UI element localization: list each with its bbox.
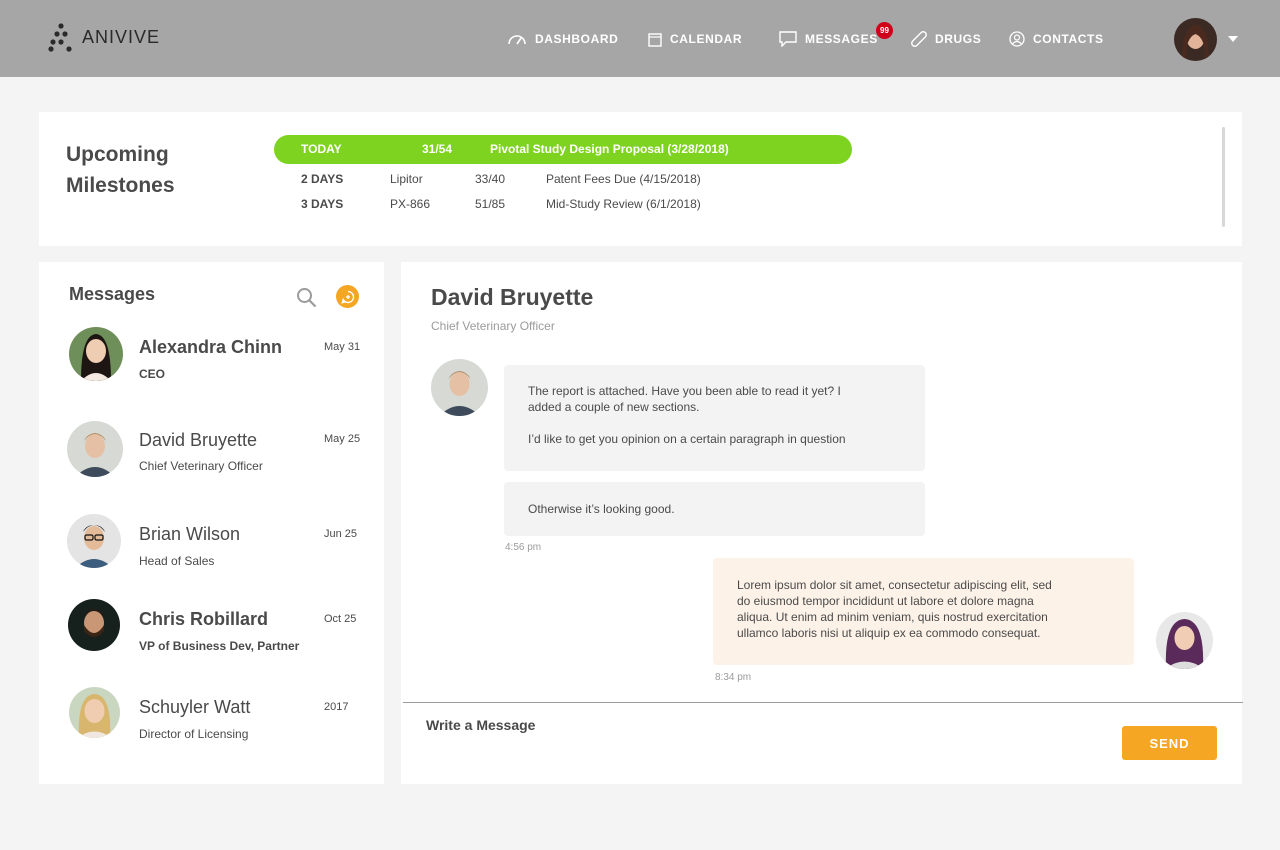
- speedometer-icon: [508, 35, 526, 45]
- milestone-drug: Lipitor: [390, 172, 423, 186]
- logo[interactable]: ANIVIVE: [48, 22, 160, 52]
- nav-contacts[interactable]: CONTACTS: [1009, 27, 1104, 51]
- contact-date: 2017: [324, 701, 349, 713]
- send-button[interactable]: SEND: [1122, 726, 1217, 760]
- contact-list-item[interactable]: Alexandra Chinn CEO May 31: [39, 327, 384, 397]
- logo-mark-icon: [48, 23, 72, 52]
- contact-date: Jun 25: [324, 528, 358, 540]
- milestone-row[interactable]: 2 DAYS Lipitor 33/40 Patent Fees Due (4/…: [274, 166, 852, 191]
- message-text-line: aliqua. Ut enim ad minim veniam, quis no…: [737, 610, 1048, 624]
- contact-list-item[interactable]: Chris Robillard VP of Business Dev, Part…: [39, 599, 384, 669]
- contact-name: Chris Robillard: [139, 609, 269, 629]
- milestone-row[interactable]: TODAY 31/54 Pivotal Study Design Proposa…: [274, 135, 852, 164]
- pill-icon: [911, 31, 927, 47]
- contact-name: Brian Wilson: [139, 524, 241, 544]
- milestone-event: Pivotal Study Design Proposal (3/28/2018…: [490, 142, 729, 156]
- messages-list-panel: Messages Alexandra Chinn CEO May 31 Davi…: [39, 262, 384, 784]
- contact-role: VP of Business Dev, Partner: [139, 639, 300, 653]
- contact-date: Oct 25: [324, 613, 357, 625]
- upcoming-milestones-panel: Upcoming Milestones TODAY 31/54 Pivotal …: [39, 112, 1242, 246]
- contact-date: May 25: [324, 433, 361, 445]
- messages-title: Messages: [69, 284, 156, 304]
- search-icon: [297, 288, 317, 308]
- milestone-event: Patent Fees Due (4/15/2018): [546, 172, 701, 186]
- message-text-line: Otherwise it’s looking good.: [528, 502, 675, 516]
- contacts-icon: [1009, 31, 1025, 47]
- message-timestamp: 8:34 pm: [715, 672, 752, 683]
- user-avatar[interactable]: [1174, 18, 1217, 61]
- milestone-count: 51/85: [475, 197, 506, 211]
- chat-icon: [779, 31, 797, 47]
- message-text-line: [528, 415, 901, 431]
- nav-calendar[interactable]: CALENDAR: [648, 27, 742, 51]
- avatar: [69, 687, 120, 738]
- nav-dashboard-label: DASHBOARD: [535, 32, 619, 46]
- contact-role: Director of Licensing: [139, 727, 249, 741]
- milestone-row[interactable]: 3 DAYS PX-866 51/85 Mid-Study Review (6/…: [274, 191, 852, 216]
- milestone-when: TODAY: [301, 142, 342, 156]
- nav-messages-label: MESSAGES: [805, 32, 878, 46]
- avatar: [431, 359, 488, 416]
- contact-date: May 31: [324, 341, 361, 353]
- message-bubble: The report is attached. Have you been ab…: [504, 365, 925, 471]
- nav-dashboard[interactable]: DASHBOARD: [507, 27, 618, 51]
- milestone-event: Mid-Study Review (6/1/2018): [546, 197, 701, 211]
- contact-role: CEO: [139, 367, 166, 381]
- contact-role: Head of Sales: [139, 554, 215, 568]
- avatar: [68, 599, 120, 651]
- messages-count-badge: 99: [876, 22, 893, 39]
- nav-calendar-label: CALENDAR: [670, 32, 743, 46]
- message-text-line: I’d like to get you opinion on a certain…: [528, 432, 846, 446]
- milestone-count: 33/40: [475, 172, 506, 186]
- contact-list-item[interactable]: Schuyler Watt Director of Licensing 2017: [39, 687, 384, 757]
- nav-contacts-label: CONTACTS: [1033, 32, 1104, 46]
- message-text-line: ullamco laboris nisi ut aliquip ex ea co…: [737, 626, 1041, 640]
- contact-name: David Bruyette: [139, 430, 258, 450]
- avatar: [67, 514, 121, 568]
- nav-drugs-label: DRUGS: [935, 32, 982, 46]
- message-bubble-own: Lorem ipsum dolor sit amet, consectetur …: [713, 558, 1134, 665]
- avatar: [1156, 612, 1213, 669]
- search-button[interactable]: [296, 287, 317, 313]
- message-input[interactable]: [426, 717, 1026, 733]
- contact-list-item[interactable]: David Bruyette Chief Veterinary Officer …: [39, 421, 384, 491]
- new-message-button[interactable]: [336, 285, 359, 308]
- calendar-icon: [648, 32, 662, 47]
- avatar: [69, 327, 123, 381]
- message-text-line: The report is attached. Have you been ab…: [528, 384, 841, 398]
- compose-chat-icon: [340, 290, 354, 304]
- milestone-drug: PX-866: [390, 197, 431, 211]
- message-bubble: Otherwise it’s looking good.: [504, 482, 925, 536]
- milestone-when: 3 DAYS: [301, 197, 344, 211]
- logo-text: ANIVIVE: [82, 26, 161, 47]
- avatar: [67, 421, 123, 477]
- message-text-line: do eiusmod tempor incididunt ut labore e…: [737, 594, 1034, 608]
- chevron-down-icon[interactable]: [1228, 36, 1238, 42]
- milestones-title: Upcoming Milestones: [66, 143, 175, 197]
- message-text-line: added a couple of new sections.: [528, 400, 700, 414]
- conversation-panel: David Bruyette Chief Veterinary Officer …: [401, 262, 1243, 784]
- milestones-scrollbar[interactable]: [1222, 127, 1225, 227]
- conversation-contact-role: Chief Veterinary Officer: [431, 319, 555, 333]
- message-timestamp: 4:56 pm: [505, 542, 542, 553]
- milestone-count: 31/54: [422, 142, 453, 156]
- contact-name: Schuyler Watt: [139, 697, 251, 717]
- message-text-line: Lorem ipsum dolor sit amet, consectetur …: [737, 578, 1052, 592]
- milestone-when: 2 DAYS: [301, 172, 344, 186]
- top-navigation-bar: ANIVIVE DASHBOARD CALENDAR MESSAGES 99 D…: [0, 0, 1280, 77]
- contact-role: Chief Veterinary Officer: [139, 459, 263, 473]
- contact-list-item[interactable]: Brian Wilson Head of Sales Jun 25: [39, 514, 384, 584]
- composer-divider: [403, 702, 1243, 703]
- contact-name: Alexandra Chinn: [139, 337, 283, 357]
- nav-messages[interactable]: MESSAGES: [779, 27, 878, 51]
- nav-drugs[interactable]: DRUGS: [911, 27, 981, 51]
- conversation-contact-name: David Bruyette: [431, 284, 594, 310]
